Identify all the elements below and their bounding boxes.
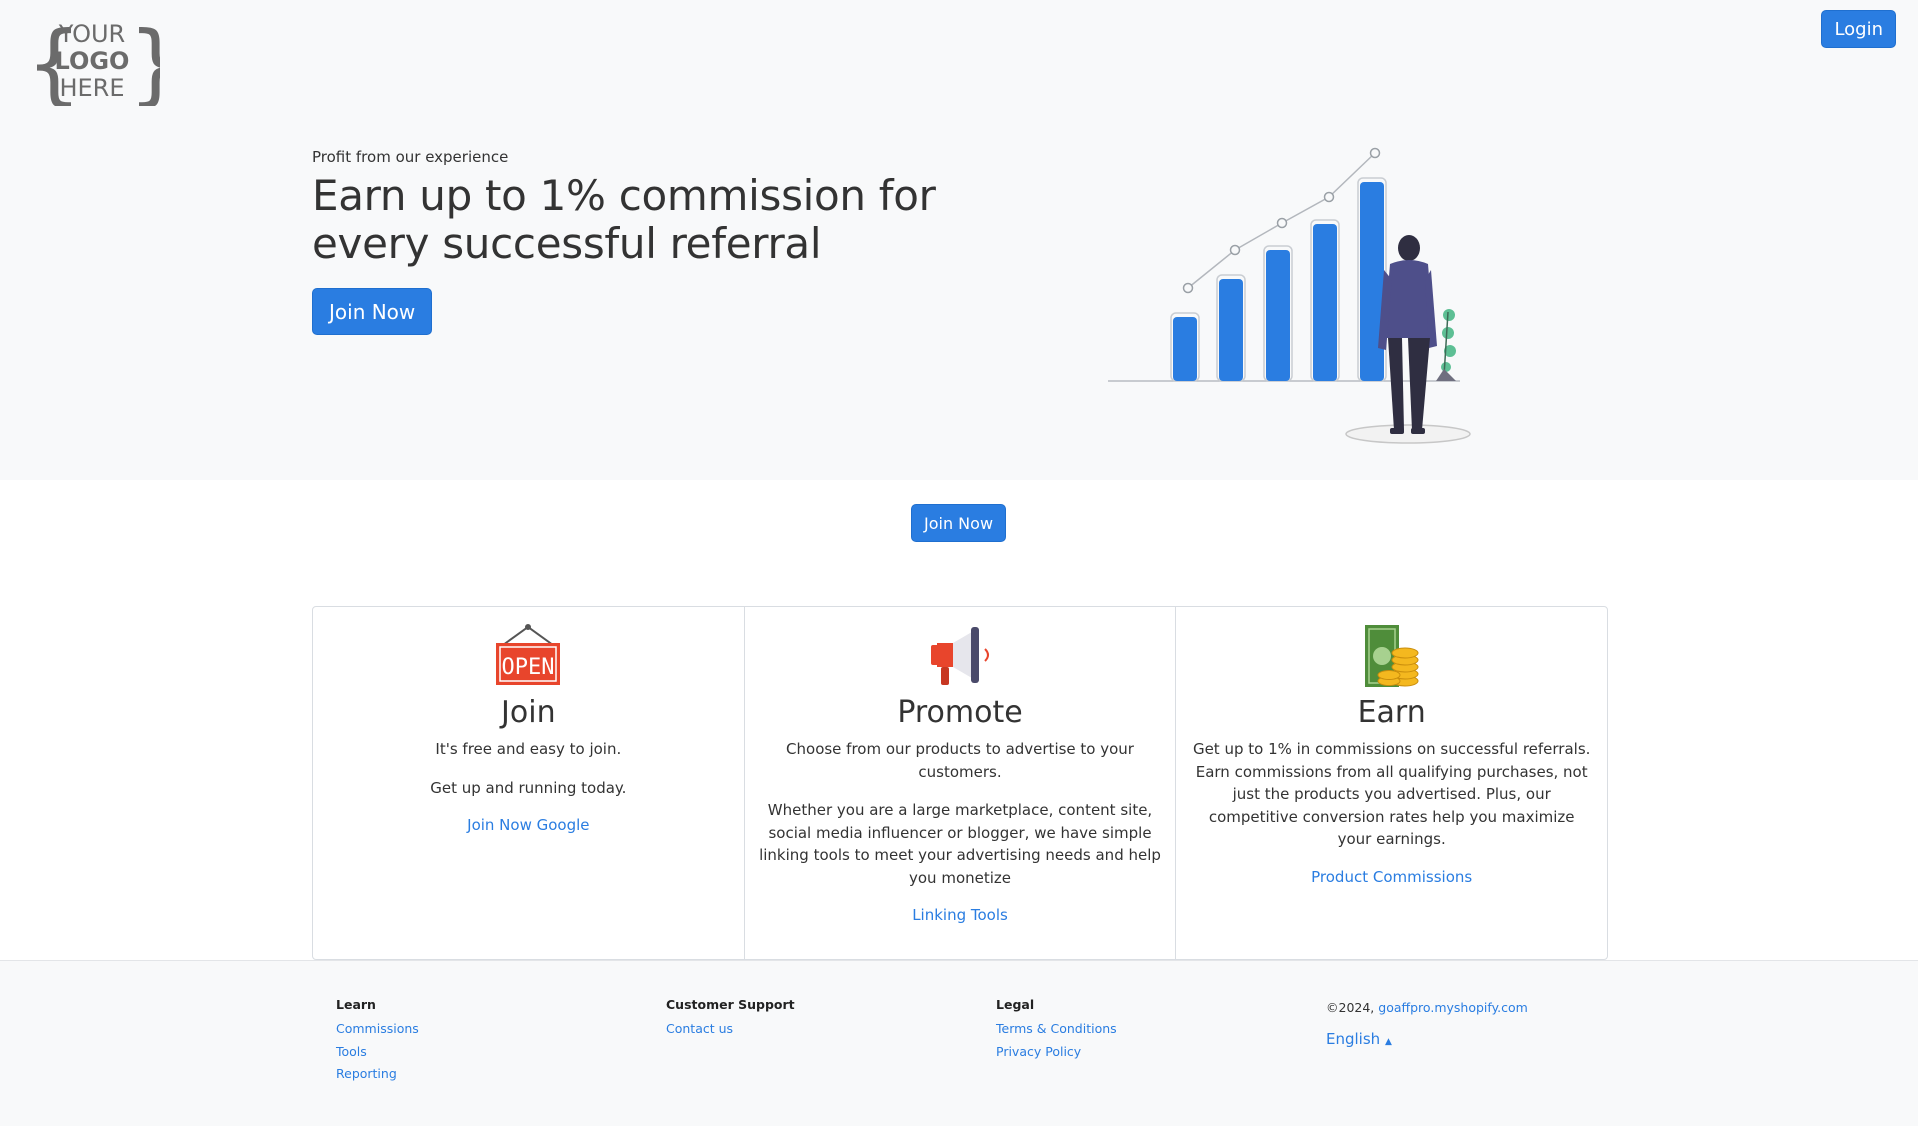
footer-legal: Legal Terms & Conditions Privacy Policy	[996, 997, 1296, 1063]
product-commissions-link[interactable]: Product Commissions	[1311, 868, 1472, 886]
mid-join-button[interactable]: Join Now	[911, 504, 1007, 542]
site-link[interactable]: goaffpro.myshopify.com	[1378, 1000, 1528, 1015]
copyright-text: ©2024,	[1326, 1000, 1379, 1015]
footer-legal-heading: Legal	[996, 997, 1035, 1012]
card-promote-text-1: Choose from our products to advertise to…	[786, 740, 1134, 781]
caret-up-icon: ▲	[1384, 1036, 1392, 1047]
footer-link-reporting[interactable]: Reporting	[336, 1063, 636, 1086]
footer-link-tools[interactable]: Tools	[336, 1041, 636, 1064]
linking-tools-link[interactable]: Linking Tools	[912, 906, 1008, 924]
logo-text-2: LOGO	[55, 47, 130, 75]
card-join: OPEN Join It's free and easy to join. Ge…	[313, 607, 745, 959]
hero-text: Profit from our experience Earn up to 1%…	[312, 148, 952, 335]
megaphone-icon	[931, 627, 989, 685]
language-label: English	[1326, 1029, 1381, 1048]
logo-text-1: YOUR	[58, 20, 125, 48]
hero-headline: Earn up to 1% commission for every succe…	[312, 172, 952, 268]
hero-section: { } YOUR LOGO HERE Login Profit from our…	[0, 0, 1918, 480]
hero-eyebrow: Profit from our experience	[312, 148, 509, 166]
card-promote-text-2: Whether you are a large marketplace, con…	[759, 801, 1161, 887]
footer-support: Customer Support Contact us	[666, 997, 966, 1041]
footer: Learn Commissions Tools Reporting Custom…	[0, 960, 1918, 1126]
card-promote: Promote Choose from our products to adve…	[745, 607, 1177, 959]
card-earn-text-1: Get up to 1% in commissions on successfu…	[1192, 740, 1591, 848]
card-join-text-1: It's free and easy to join.	[435, 740, 622, 758]
hero-join-button[interactable]: Join Now	[312, 288, 433, 335]
language-selector[interactable]: English ▲	[1326, 1030, 1392, 1048]
footer-support-heading: Customer Support	[666, 997, 795, 1012]
footer-learn-heading: Learn	[336, 997, 376, 1012]
money-coins-icon	[1364, 625, 1419, 687]
svg-text:}: }	[128, 14, 160, 106]
footer-link-contact[interactable]: Contact us	[666, 1018, 966, 1041]
svg-text:OPEN: OPEN	[502, 655, 555, 680]
headline-line-2: every successful referral	[312, 219, 822, 268]
logo-text-3: HERE	[59, 74, 124, 102]
headline-line-1: Earn up to 1% commission for	[312, 171, 936, 220]
logo-image[interactable]: { } YOUR LOGO HERE	[24, 14, 160, 106]
footer-learn: Learn Commissions Tools Reporting	[336, 997, 636, 1086]
footer-meta: ©2024, goaffpro.myshopify.com English ▲	[1326, 997, 1626, 1048]
login-button[interactable]: Login	[1821, 10, 1896, 48]
open-sign-icon: OPEN	[496, 624, 561, 685]
growth-chart-illustration	[1108, 147, 1471, 444]
footer-copyright: ©2024, goaffpro.myshopify.com	[1326, 997, 1626, 1020]
card-join-text-2: Get up and running today.	[430, 778, 627, 797]
join-now-google-link[interactable]: Join Now Google	[467, 816, 589, 834]
card-title-promote: Promote	[897, 695, 1023, 730]
feature-cards: OPEN Join It's free and easy to join. Ge…	[312, 606, 1608, 960]
card-earn: Earn Get up to 1% in commissions on succ…	[1176, 607, 1607, 959]
footer-link-commissions[interactable]: Commissions	[336, 1018, 636, 1041]
footer-link-privacy[interactable]: Privacy Policy	[996, 1041, 1296, 1064]
card-title-join: Join	[501, 695, 556, 730]
footer-link-terms[interactable]: Terms & Conditions	[996, 1018, 1296, 1041]
card-title-earn: Earn	[1357, 695, 1426, 730]
